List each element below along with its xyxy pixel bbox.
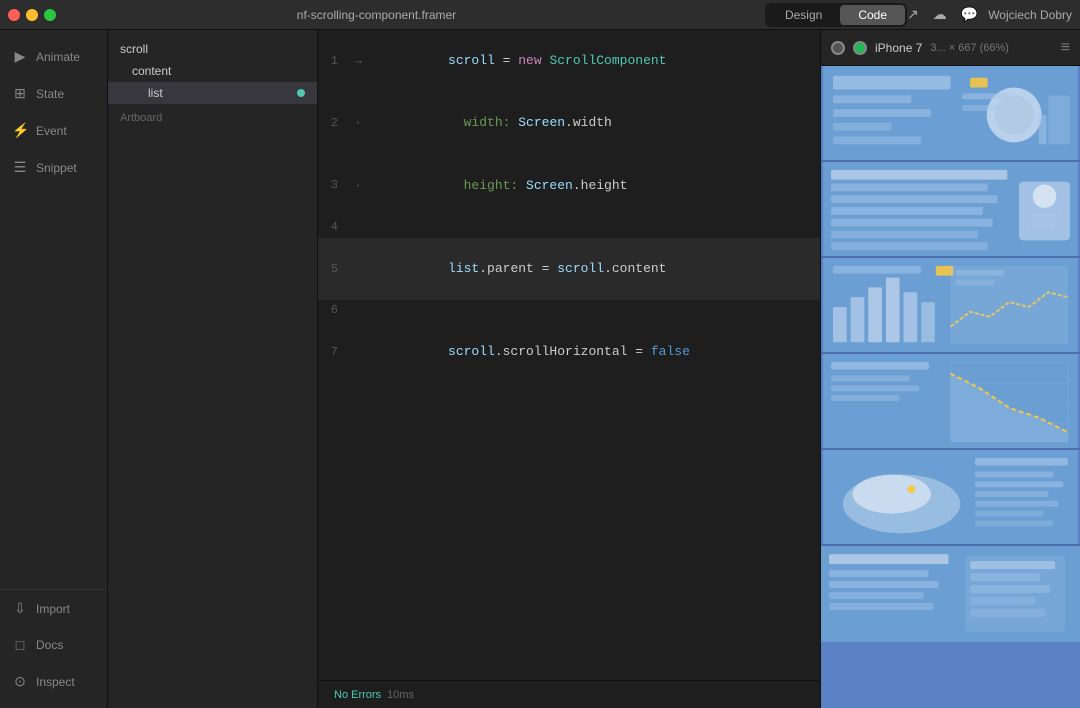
preview-card-5 — [821, 450, 1080, 546]
preview-card-1 — [821, 66, 1080, 162]
sidebar-bottom: ⇩ Import □ Docs ⊙ Inspect — [0, 589, 107, 708]
sidebar-item-animate-label: Animate — [36, 50, 80, 64]
line-code-1: scroll = new ScrollComponent — [370, 30, 804, 92]
tree-item-content-label: content — [132, 64, 171, 78]
inspect-icon: ⊙ — [12, 673, 28, 690]
window-title: nf-scrolling-component.framer — [68, 8, 685, 22]
preview-card-4 — [821, 354, 1080, 450]
sidebar-item-inspect[interactable]: ⊙ Inspect — [0, 663, 107, 700]
preview-card-2 — [821, 162, 1080, 258]
code-line-7: 7 scroll.scrollHorizontal = false — [318, 321, 820, 383]
preview-header: iPhone 7 3... × 667 (66%) ≡ — [821, 30, 1080, 66]
preview-device-name: iPhone 7 — [875, 41, 922, 55]
line-number-7: 7 — [318, 343, 354, 362]
code-line-6: 6 — [318, 300, 820, 321]
sidebar-item-docs-label: Docs — [36, 638, 63, 652]
tree-item-list[interactable]: list — [108, 82, 317, 104]
chat-icon[interactable]: 💬 — [961, 6, 978, 23]
tree-item-content[interactable]: content — [108, 60, 317, 82]
line-code-7: scroll.scrollHorizontal = false — [370, 321, 804, 383]
docs-icon: □ — [12, 637, 28, 653]
preview-card-3 — [821, 258, 1080, 354]
tree-item-list-label: list — [148, 86, 163, 100]
status-bar: No Errors 10ms — [318, 680, 820, 708]
tab-design[interactable]: Design — [767, 5, 840, 25]
sidebar-item-event-label: Event — [36, 124, 67, 138]
sidebar-item-docs[interactable]: □ Docs — [0, 627, 107, 663]
titlebar-action-icons: ↗ ☁ 💬 — [907, 6, 978, 23]
preview-content — [821, 66, 1080, 708]
sidebar-item-snippet[interactable]: ☰ Snippet — [0, 149, 107, 186]
line-number-1: 1 — [318, 52, 354, 71]
titlebar: nf-scrolling-component.framer Design Cod… — [0, 0, 1080, 30]
sidebar-item-snippet-label: Snippet — [36, 161, 77, 175]
sidebar-item-inspect-label: Inspect — [36, 675, 75, 689]
code-editor: 1 → scroll = new ScrollComponent 2 · wid… — [318, 30, 820, 708]
code-line-5: 5 list.parent = scroll.content — [318, 238, 820, 300]
mode-tabs: Design Code — [765, 3, 907, 27]
code-line-4: 4 — [318, 217, 820, 238]
sidebar-item-event[interactable]: ⚡ Event — [0, 112, 107, 149]
tree-item-scroll-label: scroll — [120, 42, 148, 56]
cloud-icon[interactable]: ☁ — [933, 6, 947, 23]
line-number-5: 5 — [318, 260, 354, 279]
sidebar-nav: ▶ Animate ⊞ State ⚡ Event ☰ Snippet — [0, 30, 107, 589]
animate-icon: ▶ — [12, 48, 28, 65]
artboard-label: Artboard — [108, 104, 317, 128]
code-line-1: 1 → scroll = new ScrollComponent — [318, 30, 820, 92]
line-arrow-3: · — [354, 176, 370, 197]
preview-resolution: 3... × 667 (66%) — [930, 42, 1009, 54]
sidebar-item-animate[interactable]: ▶ Animate — [0, 38, 107, 75]
state-icon: ⊞ — [12, 85, 28, 102]
tree-item-scroll[interactable]: scroll — [108, 38, 317, 60]
sidebar-item-import[interactable]: ⇩ Import — [0, 590, 107, 627]
import-icon: ⇩ — [12, 600, 28, 617]
line-code-6 — [370, 300, 804, 321]
preview-card-6 — [821, 546, 1080, 642]
tab-code[interactable]: Code — [840, 5, 905, 25]
line-code-5: list.parent = scroll.content — [370, 238, 804, 300]
line-number-6: 6 — [318, 301, 354, 320]
preview-dot-active — [853, 41, 867, 55]
preview-panel: iPhone 7 3... × 667 (66%) ≡ — [820, 30, 1080, 708]
line-arrow-2: · — [354, 113, 370, 134]
line-number-3: 3 — [318, 176, 354, 195]
window-controls — [8, 9, 56, 21]
sidebar-item-import-label: Import — [36, 602, 70, 616]
sidebar: ▶ Animate ⊞ State ⚡ Event ☰ Snippet ⇩ Im… — [0, 30, 108, 708]
snippet-icon: ☰ — [12, 159, 28, 176]
sidebar-item-state-label: State — [36, 87, 64, 101]
line-number-2: 2 — [318, 114, 354, 133]
status-time: 10ms — [387, 689, 414, 701]
tree-item-dot — [297, 89, 305, 97]
code-line-2: 2 · width: Screen.width — [318, 92, 820, 154]
no-errors-label: No Errors — [334, 689, 381, 701]
code-content[interactable]: 1 → scroll = new ScrollComponent 2 · wid… — [318, 30, 820, 680]
maximize-button[interactable] — [44, 9, 56, 21]
event-icon: ⚡ — [12, 122, 28, 139]
preview-menu-icon[interactable]: ≡ — [1061, 39, 1070, 57]
line-code-3: height: Screen.height — [370, 155, 804, 217]
main-layout: ▶ Animate ⊞ State ⚡ Event ☰ Snippet ⇩ Im… — [0, 30, 1080, 708]
line-arrow-1: → — [354, 51, 370, 72]
line-code-4 — [370, 217, 804, 238]
user-name: Wojciech Dobry — [988, 8, 1072, 22]
sidebar-item-state[interactable]: ⊞ State — [0, 75, 107, 112]
line-number-4: 4 — [318, 218, 354, 237]
line-code-2: width: Screen.width — [370, 92, 804, 154]
preview-dot-inactive — [831, 41, 845, 55]
file-tree: scroll content list Artboard — [108, 30, 318, 708]
code-line-3: 3 · height: Screen.height — [318, 155, 820, 217]
share-icon[interactable]: ↗ — [907, 6, 919, 23]
minimize-button[interactable] — [26, 9, 38, 21]
close-button[interactable] — [8, 9, 20, 21]
